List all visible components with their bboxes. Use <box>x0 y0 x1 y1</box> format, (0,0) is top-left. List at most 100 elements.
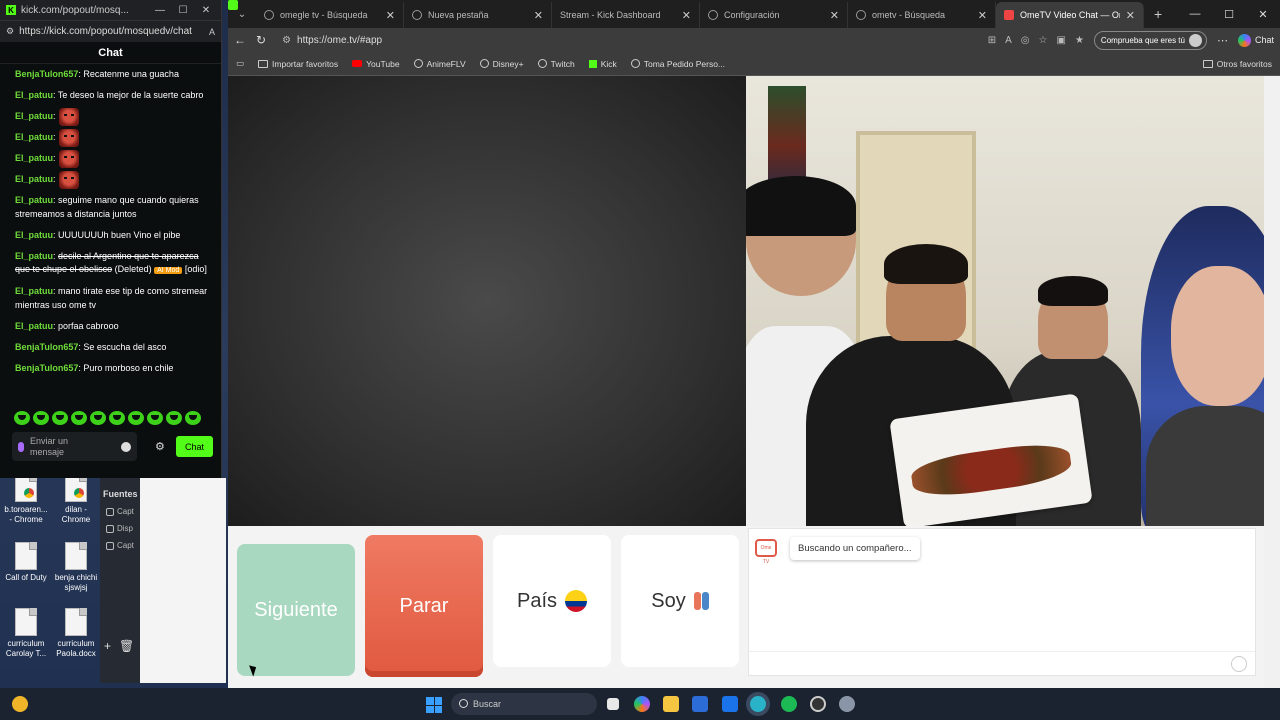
emote-icon[interactable] <box>33 411 49 425</box>
emote-icon[interactable] <box>14 411 30 425</box>
file-explorer-icon[interactable] <box>663 696 679 712</box>
bookmark-toma-pedido[interactable]: Toma Pedido Perso... <box>630 59 725 69</box>
copilot-icon[interactable] <box>634 696 650 712</box>
emote-icon[interactable] <box>147 411 163 425</box>
close-icon[interactable]: ✕ <box>1246 8 1280 21</box>
obs-source-row[interactable]: Disp <box>100 520 140 537</box>
translate-icon[interactable]: A <box>1005 35 1012 46</box>
desktop-icon-0[interactable]: b.toroaren... - Chrome <box>2 474 50 525</box>
chat-username[interactable]: El_patuu <box>15 152 53 166</box>
kick-address-bar[interactable]: ⚙ https://kick.com/popout/mosquedv/chat … <box>0 20 221 42</box>
maximize-icon[interactable]: ☐ <box>1212 8 1246 21</box>
bookmark-twitch[interactable]: Twitch <box>537 59 575 69</box>
maximize-icon[interactable]: ☐ <box>174 5 192 16</box>
taskbar-search[interactable]: Buscar <box>451 693 597 715</box>
browser-tab[interactable]: OmeTV Video Chat — On ✕ <box>996 2 1144 28</box>
emote-icon[interactable] <box>109 411 125 425</box>
obs-icon[interactable] <box>810 696 826 712</box>
browser-tab[interactable]: ometv - Búsqueda ✕ <box>848 2 996 28</box>
chat-username[interactable]: BenjaTulon657 <box>15 342 78 352</box>
weather-icon[interactable] <box>12 696 28 712</box>
kick-url-text[interactable]: https://kick.com/popout/mosquedv/chat <box>19 26 204 37</box>
settings-icon[interactable] <box>839 696 855 712</box>
close-tab-icon[interactable]: ✕ <box>682 9 691 22</box>
minimize-icon[interactable]: — <box>1178 8 1212 20</box>
chat-username[interactable]: El_patuu <box>15 195 53 205</box>
site-info-icon[interactable]: ⚙ <box>282 35 291 46</box>
chat-username[interactable]: El_patuu <box>15 286 53 296</box>
emoji-picker-icon[interactable] <box>121 441 131 452</box>
emoji-icon[interactable] <box>1231 656 1247 672</box>
emote-icon[interactable] <box>128 411 144 425</box>
chat-settings-icon[interactable]: ⚙ <box>155 440 165 453</box>
desktop-icon-4[interactable]: curriculum Carolay T... <box>2 608 50 659</box>
task-view-icon[interactable] <box>607 698 619 710</box>
copilot-chat-button[interactable]: Chat <box>1237 33 1274 47</box>
desktop-icon-5[interactable]: curriculum Paola.docx <box>52 608 100 659</box>
desktop-icon-3[interactable]: benja chichi sjswjsj <box>52 542 100 593</box>
minimize-icon[interactable]: — <box>151 5 169 16</box>
obs-source-row[interactable]: Capt <box>100 537 140 554</box>
site-info-icon[interactable]: ⚙ <box>6 26 14 37</box>
chat-username[interactable]: El_patuu <box>15 131 53 145</box>
bookmark-disney[interactable]: Disney+ <box>479 59 524 69</box>
stop-button[interactable]: Parar <box>365 535 483 677</box>
emote-icon[interactable] <box>52 411 68 425</box>
chat-username[interactable]: El_patuu <box>15 173 53 187</box>
desktop-icon-2[interactable]: Call of Duty <box>2 542 50 583</box>
close-tab-icon[interactable]: ✕ <box>534 9 543 22</box>
emote-icon[interactable] <box>166 411 182 425</box>
send-chat-button[interactable]: Chat <box>176 436 213 457</box>
ometv-chat-input[interactable] <box>749 651 1255 675</box>
country-button[interactable]: País <box>493 535 611 667</box>
spotify-icon[interactable] <box>781 696 797 712</box>
browser-tab[interactable]: omegle tv - Búsqueda ✕ <box>256 2 404 28</box>
bookmark-animeflv[interactable]: AnimeFLV <box>413 59 466 69</box>
start-icon[interactable] <box>426 697 442 713</box>
desktop-icon-1[interactable]: dilan - Chrome <box>52 474 100 525</box>
obs-source-row[interactable]: Capt <box>100 503 140 520</box>
close-tab-icon[interactable]: ✕ <box>830 9 839 22</box>
close-tab-icon[interactable]: ✕ <box>978 9 987 22</box>
close-icon[interactable]: ✕ <box>197 5 215 16</box>
reload-icon[interactable]: ↻ <box>256 33 266 47</box>
chat-username[interactable]: BenjaTulon657 <box>15 69 78 79</box>
delete-source-icon[interactable]: 🗑 <box>119 639 134 653</box>
close-tab-icon[interactable]: ✕ <box>1126 9 1135 22</box>
more-menu-icon[interactable]: ⋯ <box>1217 34 1228 47</box>
chat-message-input[interactable]: Enviar un mensaje <box>12 432 137 461</box>
chat-username[interactable]: El_patuu <box>15 110 53 124</box>
emote-icon[interactable] <box>71 411 87 425</box>
collections-icon[interactable]: ▭ <box>236 58 244 69</box>
chat-username[interactable]: El_patuu <box>15 230 53 240</box>
back-icon[interactable]: ← <box>234 33 246 47</box>
bookmark-kick[interactable]: Kick <box>588 59 617 69</box>
store-icon[interactable] <box>692 696 708 712</box>
bookmark-youtube[interactable]: YouTube <box>352 59 400 69</box>
emote-icon[interactable] <box>185 411 201 425</box>
chat-username[interactable]: El_patuu <box>15 251 53 261</box>
favorite-star-icon[interactable]: ☆ <box>1039 35 1048 46</box>
emote-icon[interactable] <box>90 411 106 425</box>
address-bar[interactable]: ⚙ https://ome.tv/#app <box>276 29 978 51</box>
other-bookmarks-folder[interactable]: Otros favoritos <box>1202 59 1272 69</box>
chat-username[interactable]: BenjaTulon657 <box>15 363 78 373</box>
bookmark-import[interactable]: Importar favoritos <box>258 59 338 69</box>
new-tab-button[interactable]: + <box>1144 6 1172 28</box>
favorites-icon[interactable]: ★ <box>1075 35 1084 46</box>
next-button[interactable]: Siguiente <box>237 544 355 676</box>
browser-tab[interactable]: Configuración ✕ <box>700 2 848 28</box>
translate-icon[interactable]: A <box>209 27 215 37</box>
tracking-icon[interactable]: ◎ <box>1021 35 1030 46</box>
page-scrollbar[interactable] <box>1264 76 1280 688</box>
install-app-icon[interactable]: ⊞ <box>988 35 996 46</box>
add-source-icon[interactable]: + <box>104 639 111 653</box>
camera-icon[interactable]: ▣ <box>1057 35 1066 46</box>
chat-username[interactable]: El_patuu <box>15 90 53 100</box>
close-tab-icon[interactable]: ✕ <box>386 9 395 22</box>
edge-icon[interactable] <box>750 696 766 712</box>
chat-username[interactable]: El_patuu <box>15 321 53 331</box>
browser-tab[interactable]: Stream - Kick Dashboard ✕ <box>228 0 700 28</box>
mail-icon[interactable] <box>722 696 738 712</box>
profile-button[interactable]: Comprueba que eres tú <box>1093 30 1207 50</box>
